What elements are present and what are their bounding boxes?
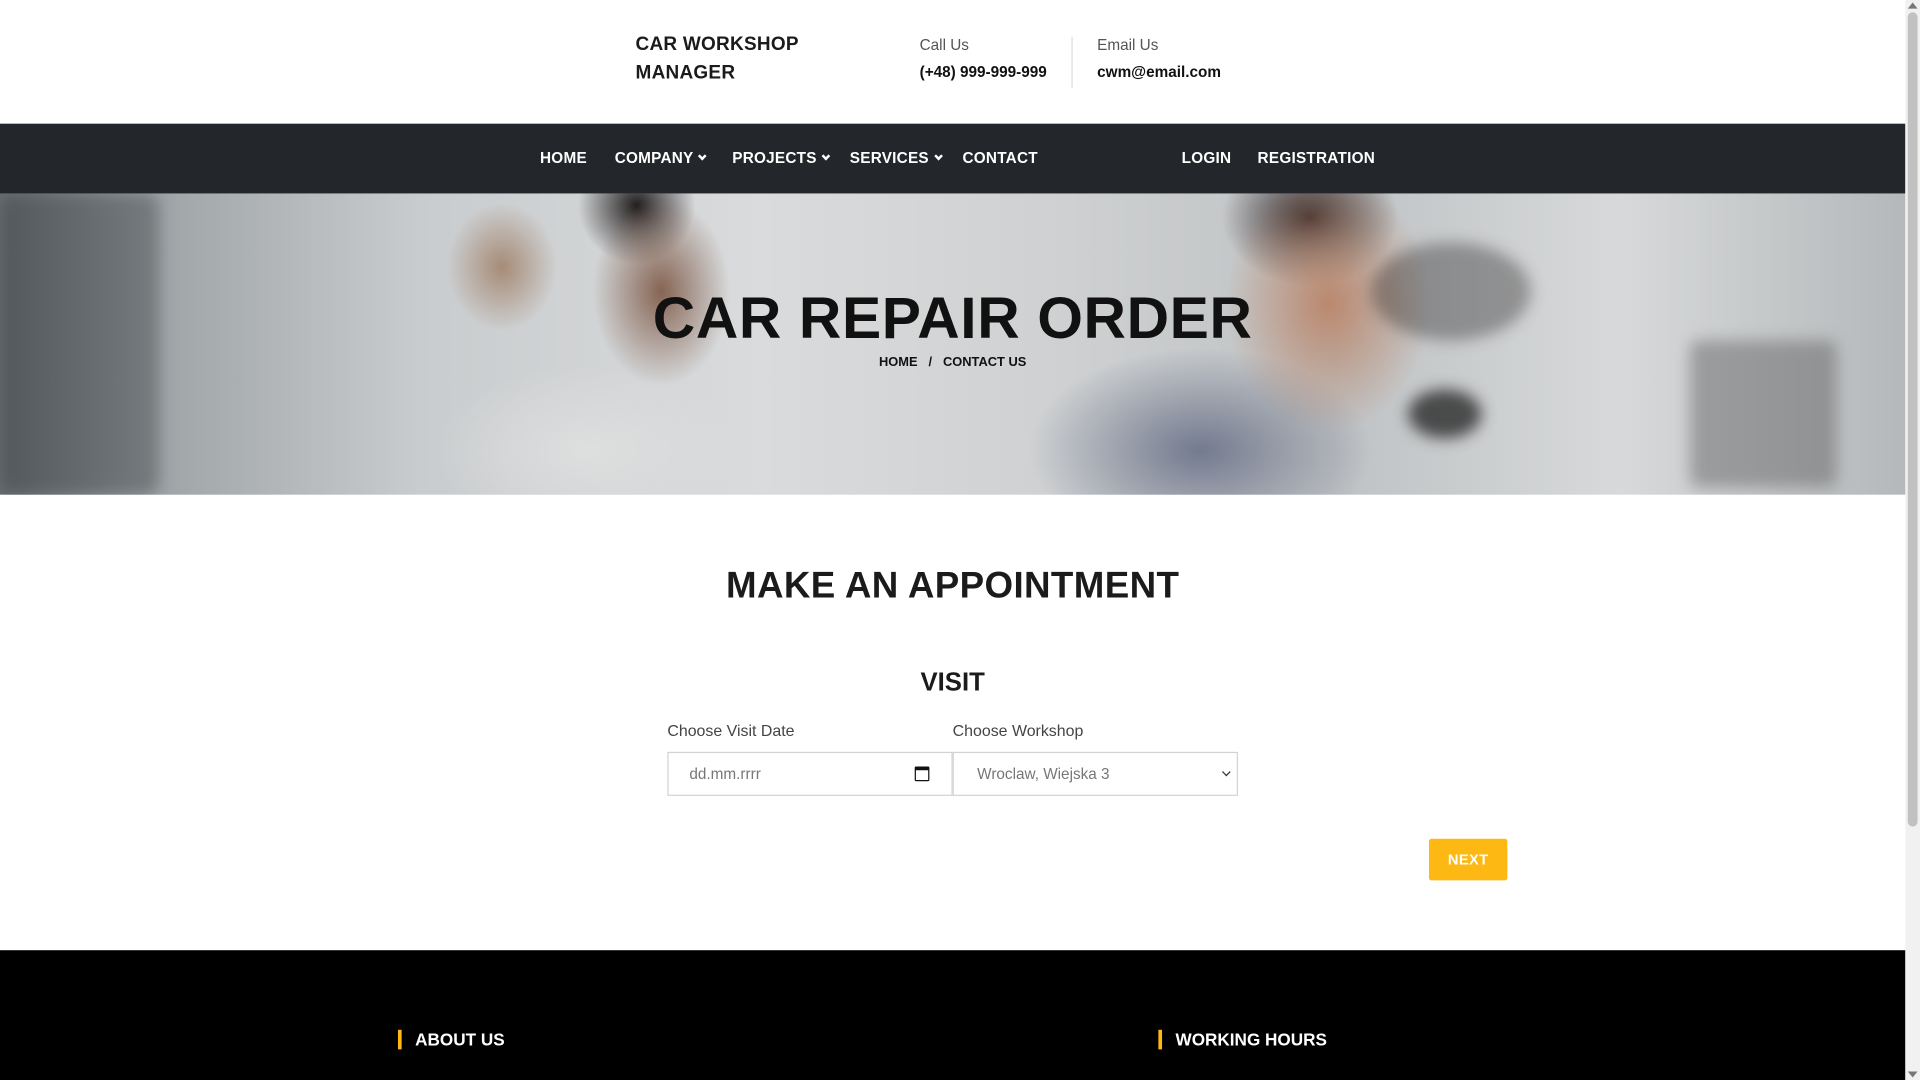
nav-projects-label: PROJECTS — [732, 149, 817, 167]
nav-login-label: LOGIN — [1181, 149, 1232, 167]
breadcrumb: HOME / CONTACT US — [0, 355, 1905, 370]
breadcrumb-separator: / — [928, 355, 933, 370]
call-us-block: Call Us (+48) 999-999-999 — [920, 37, 1047, 81]
chevron-down-icon — [821, 151, 831, 161]
appointment-heading: MAKE AN APPOINTMENT — [726, 565, 1180, 607]
nav-services[interactable]: SERVICES — [849, 124, 943, 194]
nav-company-label: COMPANY — [614, 149, 694, 167]
nav-services-label: SERVICES — [849, 149, 929, 167]
scroll-up-arrow-icon[interactable] — [1907, 2, 1918, 9]
page-title: CAR REPAIR ORDER — [652, 286, 1253, 352]
breadcrumb-home[interactable]: HOME — [879, 355, 918, 370]
chevron-down-icon — [1222, 767, 1231, 777]
scroll-down-arrow-icon[interactable] — [1907, 1071, 1918, 1078]
email-us-label: Email Us — [1097, 36, 1159, 54]
nav-contact-label: CONTACT — [962, 149, 1038, 167]
footer-about-heading: ABOUT US — [397, 1029, 505, 1050]
visit-date-input[interactable]: dd.mm.rrrr — [667, 751, 953, 796]
hero-banner: CAR REPAIR ORDER HOME / CONTACT US — [0, 193, 1906, 495]
footer-hours-heading: WORKING HOURS — [1158, 1029, 1327, 1050]
email-address: cwm@email.com — [1097, 63, 1221, 81]
phone-number: (+48) 999-999-999 — [919, 63, 1047, 81]
hero-photo-shade — [1408, 389, 1482, 439]
nav-registration[interactable]: REGISTRATION — [1258, 124, 1375, 194]
top-header: CAR WORKSHOP MANAGER Call Us (+48) 999-9… — [0, 0, 1906, 124]
breadcrumb-current: CONTACT US — [942, 355, 1027, 370]
workshop-select[interactable]: Wroclaw, Wiejska 3 — [952, 751, 1238, 796]
nav-home-label: HOME — [540, 149, 587, 167]
contact-divider — [1071, 36, 1073, 89]
nav-home[interactable]: HOME — [540, 124, 587, 194]
chevron-down-icon — [933, 151, 943, 161]
email-us-block: Email Us cwm@email.com — [1097, 37, 1221, 81]
nav-login[interactable]: LOGIN — [1182, 124, 1232, 194]
site-logo[interactable]: CAR WORKSHOP MANAGER — [636, 31, 832, 87]
visit-date-placeholder: dd.mm.rrrr — [689, 765, 761, 783]
footer: ABOUT US WORKING HOURS — [0, 950, 1906, 1080]
nav-registration-label: REGISTRATION — [1257, 149, 1376, 167]
logo-line-2: MANAGER — [635, 62, 736, 84]
logo-line-1: CAR WORKSHOP — [635, 34, 799, 56]
nav-company[interactable]: COMPANY — [614, 124, 708, 194]
visit-date-label: Choose Visit Date — [667, 721, 795, 740]
nav-projects[interactable]: PROJECTS — [732, 124, 831, 194]
calendar-icon[interactable] — [914, 766, 930, 782]
workshop-selected-value: Wroclaw, Wiejska 3 — [977, 765, 1110, 783]
workshop-label: Choose Workshop — [952, 721, 1084, 740]
scrollbar-thumb[interactable] — [1907, 12, 1918, 827]
chevron-down-icon — [698, 151, 708, 161]
visit-heading: VISIT — [920, 668, 985, 697]
call-us-label: Call Us — [919, 36, 969, 54]
next-button[interactable]: NEXT — [1428, 838, 1508, 881]
nav-contact[interactable]: CONTACT — [962, 124, 1037, 194]
main-nav: HOME COMPANY PROJECTS SERVICES CONTACT L… — [0, 123, 1906, 194]
